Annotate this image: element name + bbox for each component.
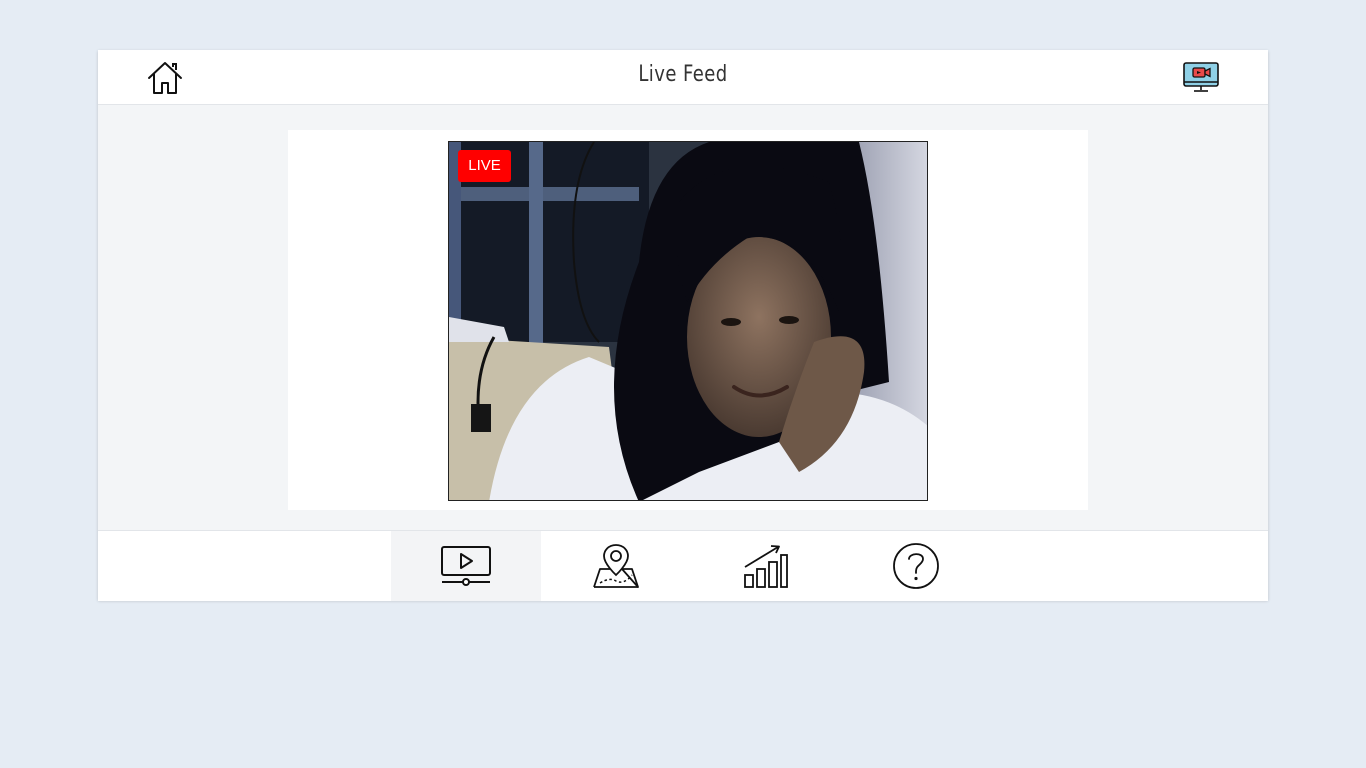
nav-live-feed[interactable]	[391, 531, 541, 601]
home-button[interactable]	[146, 60, 184, 96]
nav-statistics[interactable]	[691, 531, 841, 601]
nav-map[interactable]	[541, 531, 691, 601]
page-title: Live Feed	[638, 62, 728, 87]
video-player-icon	[441, 546, 491, 586]
top-bar: Live Feed	[98, 50, 1268, 105]
live-badge: LIVE	[458, 150, 511, 182]
webcam-frame	[449, 142, 927, 500]
camera-feed-button[interactable]	[1182, 61, 1220, 95]
bottom-nav	[98, 530, 1268, 601]
growth-chart-icon	[744, 545, 788, 588]
home-icon	[148, 62, 182, 94]
help-icon	[893, 543, 939, 589]
feed-panel: LIVE	[288, 130, 1088, 510]
app-window: Live Feed LIVE	[98, 50, 1268, 601]
monitor-camera-icon	[1183, 62, 1219, 92]
nav-help[interactable]	[841, 531, 991, 601]
map-location-icon	[593, 544, 639, 588]
live-video[interactable]: LIVE	[448, 141, 928, 501]
